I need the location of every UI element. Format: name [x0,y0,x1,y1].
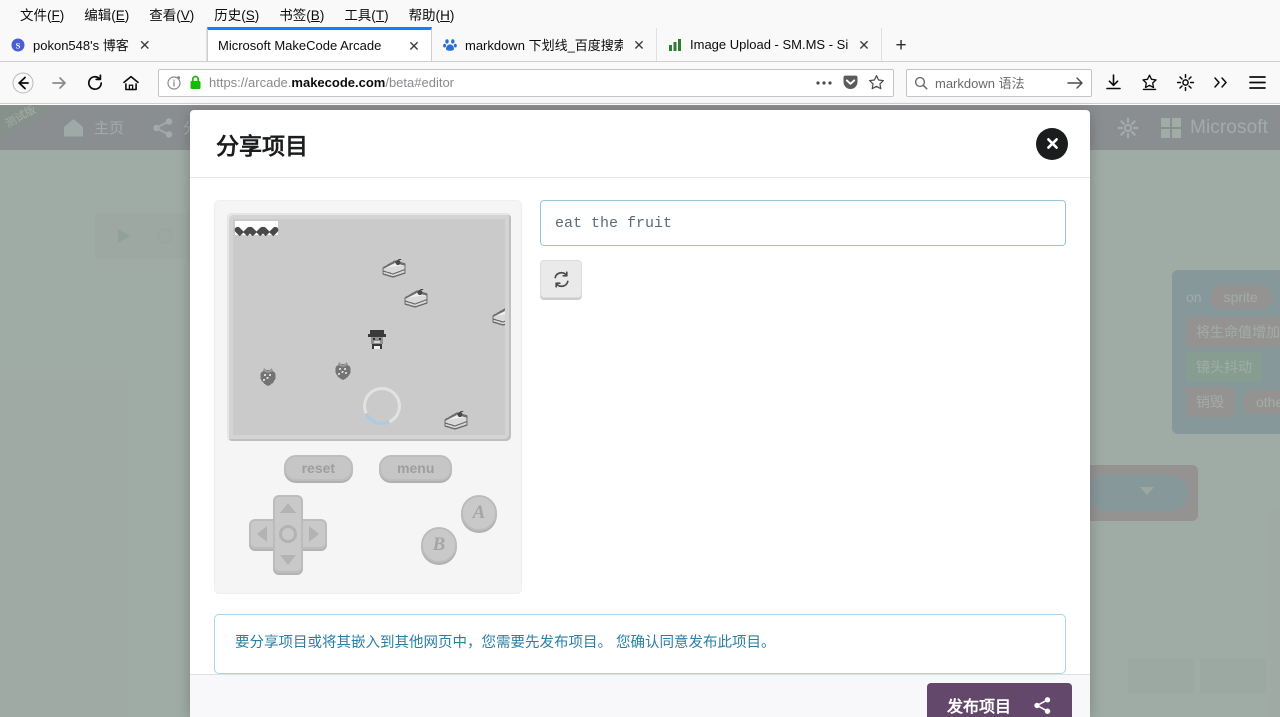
cake-sprite [491,305,505,327]
close-icon[interactable]: ✕ [855,36,873,54]
tab-title: pokon548's 博客 [33,38,129,53]
refresh-icon[interactable] [540,260,582,298]
publish-info-message: 要分享项目或将其嵌入到其他网页中，您需要先发布项目。 您确认同意发布此项目。 [214,614,1066,674]
dpad-icon[interactable] [249,495,327,573]
share-project-modal: 分享项目 reset menu A B eat the fruit 要分享项目或… [190,110,1090,717]
url-bar[interactable]: https://arcade.makecode.com/beta#editor [158,68,894,97]
search-bar[interactable]: markdown 语法 [906,68,1092,97]
cake-sprite [381,257,407,279]
browser-navbar: https://arcade.makecode.com/beta#editor … [0,62,1280,104]
dpad-right-arrow[interactable] [309,526,319,542]
share-form: eat the fruit [540,200,1066,298]
gear-icon[interactable] [1170,68,1200,98]
cake-sprite [443,409,469,431]
svg-text:S: S [16,40,21,50]
tab-baidu[interactable]: markdown 下划线_百度搜索 ✕ [432,28,657,61]
menu-edit[interactable]: 编辑(E) [74,1,139,27]
modal-body: reset menu A B eat the fruit 要分享项目或将其嵌入到… [190,178,1090,674]
player-sprite [367,329,387,351]
tab-title: Image Upload - SM.MS - Simpl [690,37,848,52]
save-to-pocket-icon[interactable] [1134,68,1164,98]
search-go-icon[interactable] [1067,76,1084,90]
page-actions-icon[interactable] [815,80,833,86]
search-input[interactable]: markdown 语法 [935,73,1025,92]
strawberry-sprite [257,365,279,387]
tab-smms[interactable]: Image Upload - SM.MS - Simpl ✕ [657,28,882,61]
tab-title: markdown 下划线_百度搜索 [465,38,623,53]
simulator-screen-frame [227,213,511,441]
blog-icon: S [10,37,26,53]
publish-project-button[interactable]: 发布项目 [926,683,1072,717]
dpad-left-arrow[interactable] [257,526,267,542]
button-b[interactable]: B [421,527,457,563]
loading-spinner [357,381,407,431]
tab-blog[interactable]: S pokon548's 博客 ✕ [0,28,207,61]
simulator-preview: reset menu A B [214,200,522,594]
close-icon[interactable]: ✕ [405,37,423,55]
close-icon[interactable]: ✕ [630,36,648,54]
menu-button[interactable]: menu [379,455,453,481]
page-info-icon[interactable] [167,75,182,90]
modal-footer: 发布项目 [190,673,1090,717]
url-text: https://arcade.makecode.com/beta#editor [209,75,455,90]
menu-tools[interactable]: 工具(T) [334,1,398,27]
dpad-center[interactable] [279,525,297,543]
tab-title: Microsoft MakeCode Arcade [218,38,382,53]
heart-icon [264,223,275,233]
strawberry-sprite [332,359,354,381]
browser-tabbar: S pokon548's 博客 ✕ Microsoft MakeCode Arc… [0,27,1280,62]
lock-icon[interactable] [189,75,202,90]
share-icon [1033,696,1052,715]
bookmark-star-icon[interactable] [868,74,885,91]
menu-bookmarks[interactable]: 书签(B) [269,1,334,27]
baidu-icon [442,37,458,53]
publish-button-label: 发布项目 [946,699,1011,717]
modal-header: 分享项目 [190,110,1090,178]
tab-makecode[interactable]: Microsoft MakeCode Arcade ✕ [207,27,432,61]
menu-view[interactable]: 查看(V) [139,1,204,27]
forward-arrow-icon[interactable] [44,68,74,98]
button-a[interactable]: A [461,495,497,531]
project-name-input[interactable]: eat the fruit [540,200,1066,246]
reload-icon[interactable] [80,68,110,98]
search-icon [914,76,928,90]
cake-sprite [403,287,429,309]
hamburger-menu-icon[interactable] [1242,68,1272,98]
menu-help[interactable]: 帮助(H) [399,1,465,27]
overflow-chevron-icon[interactable] [1206,68,1236,98]
home-icon[interactable] [116,68,146,98]
modal-title: 分享项目 [216,132,308,159]
simulator-screen[interactable] [233,219,505,435]
pocket-icon[interactable] [842,74,859,91]
dpad-down-arrow[interactable] [280,555,296,565]
reset-button[interactable]: reset [283,455,354,481]
browser-window: 文件(F) 编辑(E) 查看(V) 历史(S) 书签(B) 工具(T) 帮助(H… [0,0,1280,717]
back-arrow-icon[interactable] [8,68,38,98]
close-icon[interactable] [1036,127,1068,160]
menu-history[interactable]: 历史(S) [204,1,269,27]
lives-indicator [235,221,278,235]
simulator-button-row: reset menu [227,455,509,481]
menu-file[interactable]: 文件(F) [10,1,74,27]
browser-menubar: 文件(F) 编辑(E) 查看(V) 历史(S) 书签(B) 工具(T) 帮助(H… [0,0,1280,28]
chart-icon [667,37,683,53]
downloads-icon[interactable] [1098,68,1128,98]
close-icon[interactable]: ✕ [136,36,154,54]
new-tab-button[interactable]: + [886,31,916,61]
dpad-up-arrow[interactable] [280,503,296,513]
simulator-controls: A B [227,489,509,581]
